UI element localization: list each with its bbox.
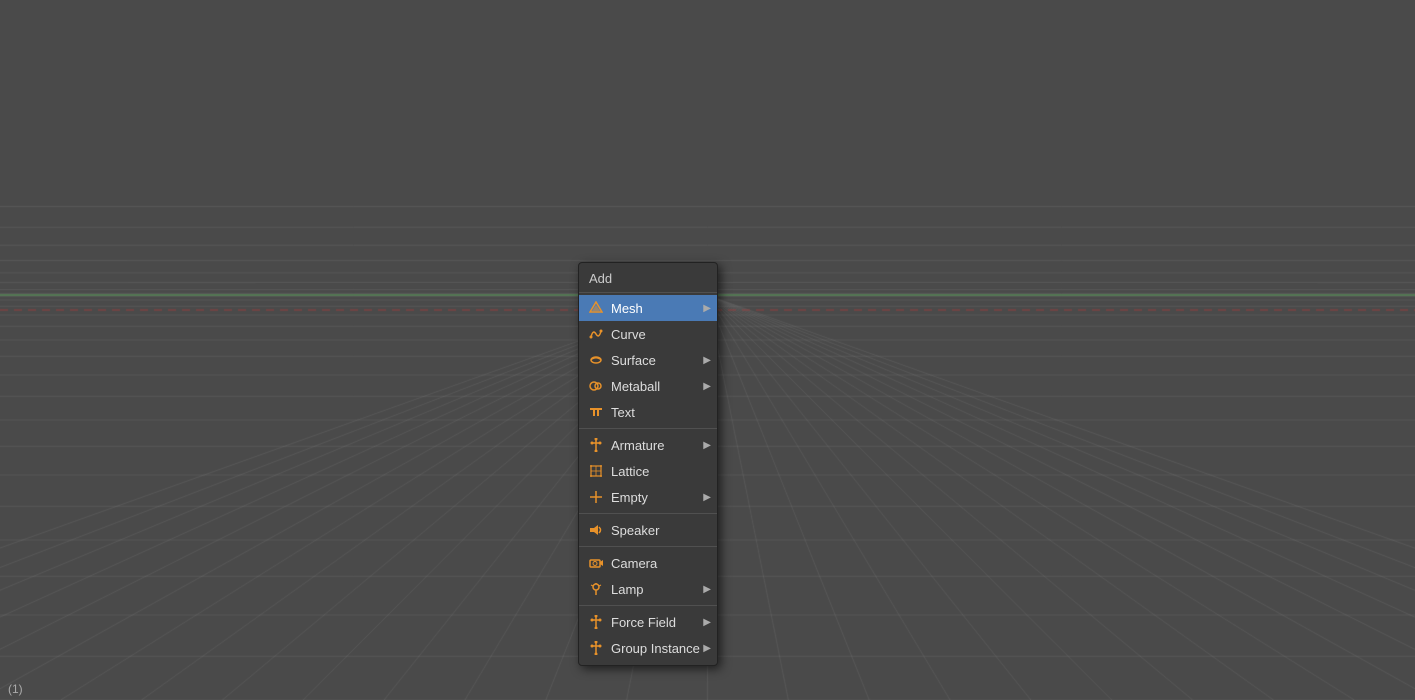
menu-item-arrow-group-instance: ▶ [703,643,711,654]
menu-item-arrow-lamp: ▶ [703,584,711,595]
menu-item-curve[interactable]: Curve [579,321,717,347]
menu-separator [579,605,717,606]
menu-item-label-lamp: Lamp [611,582,644,597]
menu-item-label-surface: Surface [611,353,656,368]
menu-item-label-speaker: Speaker [611,523,659,538]
metaball-icon [587,377,605,395]
add-context-menu: Add Mesh ▶ Curve Surface ▶ Metaball ▶ Text Armat… [578,262,718,666]
menu-item-label-curve: Curve [611,327,646,342]
menu-item-arrow-force-field: ▶ [703,617,711,628]
camera-icon [587,554,605,572]
menu-title: Add [579,267,717,293]
menu-item-label-camera: Camera [611,556,657,571]
menu-item-arrow-mesh: ▶ [703,303,711,314]
menu-item-force-field[interactable]: Force Field ▶ [579,609,717,635]
speaker-icon [587,521,605,539]
menu-item-arrow-empty: ▶ [703,492,711,503]
empty-icon [587,488,605,506]
group-instance-icon [587,639,605,657]
menu-item-label-empty: Empty [611,490,648,505]
menu-item-label-mesh: Mesh [611,301,643,316]
armature-icon [587,436,605,454]
menu-item-lattice[interactable]: Lattice [579,458,717,484]
menu-item-metaball[interactable]: Metaball ▶ [579,373,717,399]
menu-item-arrow-armature: ▶ [703,440,711,451]
menu-item-label-text: Text [611,405,635,420]
surface-icon [587,351,605,369]
menu-item-label-armature: Armature [611,438,664,453]
menu-item-label-metaball: Metaball [611,379,660,394]
menu-item-label-lattice: Lattice [611,464,649,479]
menu-item-lamp[interactable]: Lamp ▶ [579,576,717,602]
text-icon [587,403,605,421]
curve-icon [587,325,605,343]
menu-item-surface[interactable]: Surface ▶ [579,347,717,373]
menu-items: Mesh ▶ Curve Surface ▶ Metaball ▶ Text Armature ▶… [579,295,717,661]
menu-item-armature[interactable]: Armature ▶ [579,432,717,458]
menu-item-mesh[interactable]: Mesh ▶ [579,295,717,321]
mesh-icon [587,299,605,317]
menu-item-speaker[interactable]: Speaker [579,517,717,543]
menu-item-arrow-surface: ▶ [703,355,711,366]
menu-separator [579,513,717,514]
menu-item-group-instance[interactable]: Group Instance▶ [579,635,717,661]
menu-item-empty[interactable]: Empty ▶ [579,484,717,510]
menu-separator [579,428,717,429]
menu-item-arrow-metaball: ▶ [703,381,711,392]
lamp-icon [587,580,605,598]
menu-separator [579,546,717,547]
menu-item-label-group-instance: Group Instance [611,641,700,656]
force-field-icon [587,613,605,631]
menu-item-camera[interactable]: Camera [579,550,717,576]
corner-label: (1) [8,682,23,696]
menu-item-label-force-field: Force Field [611,615,676,630]
lattice-icon [587,462,605,480]
menu-item-text[interactable]: Text [579,399,717,425]
